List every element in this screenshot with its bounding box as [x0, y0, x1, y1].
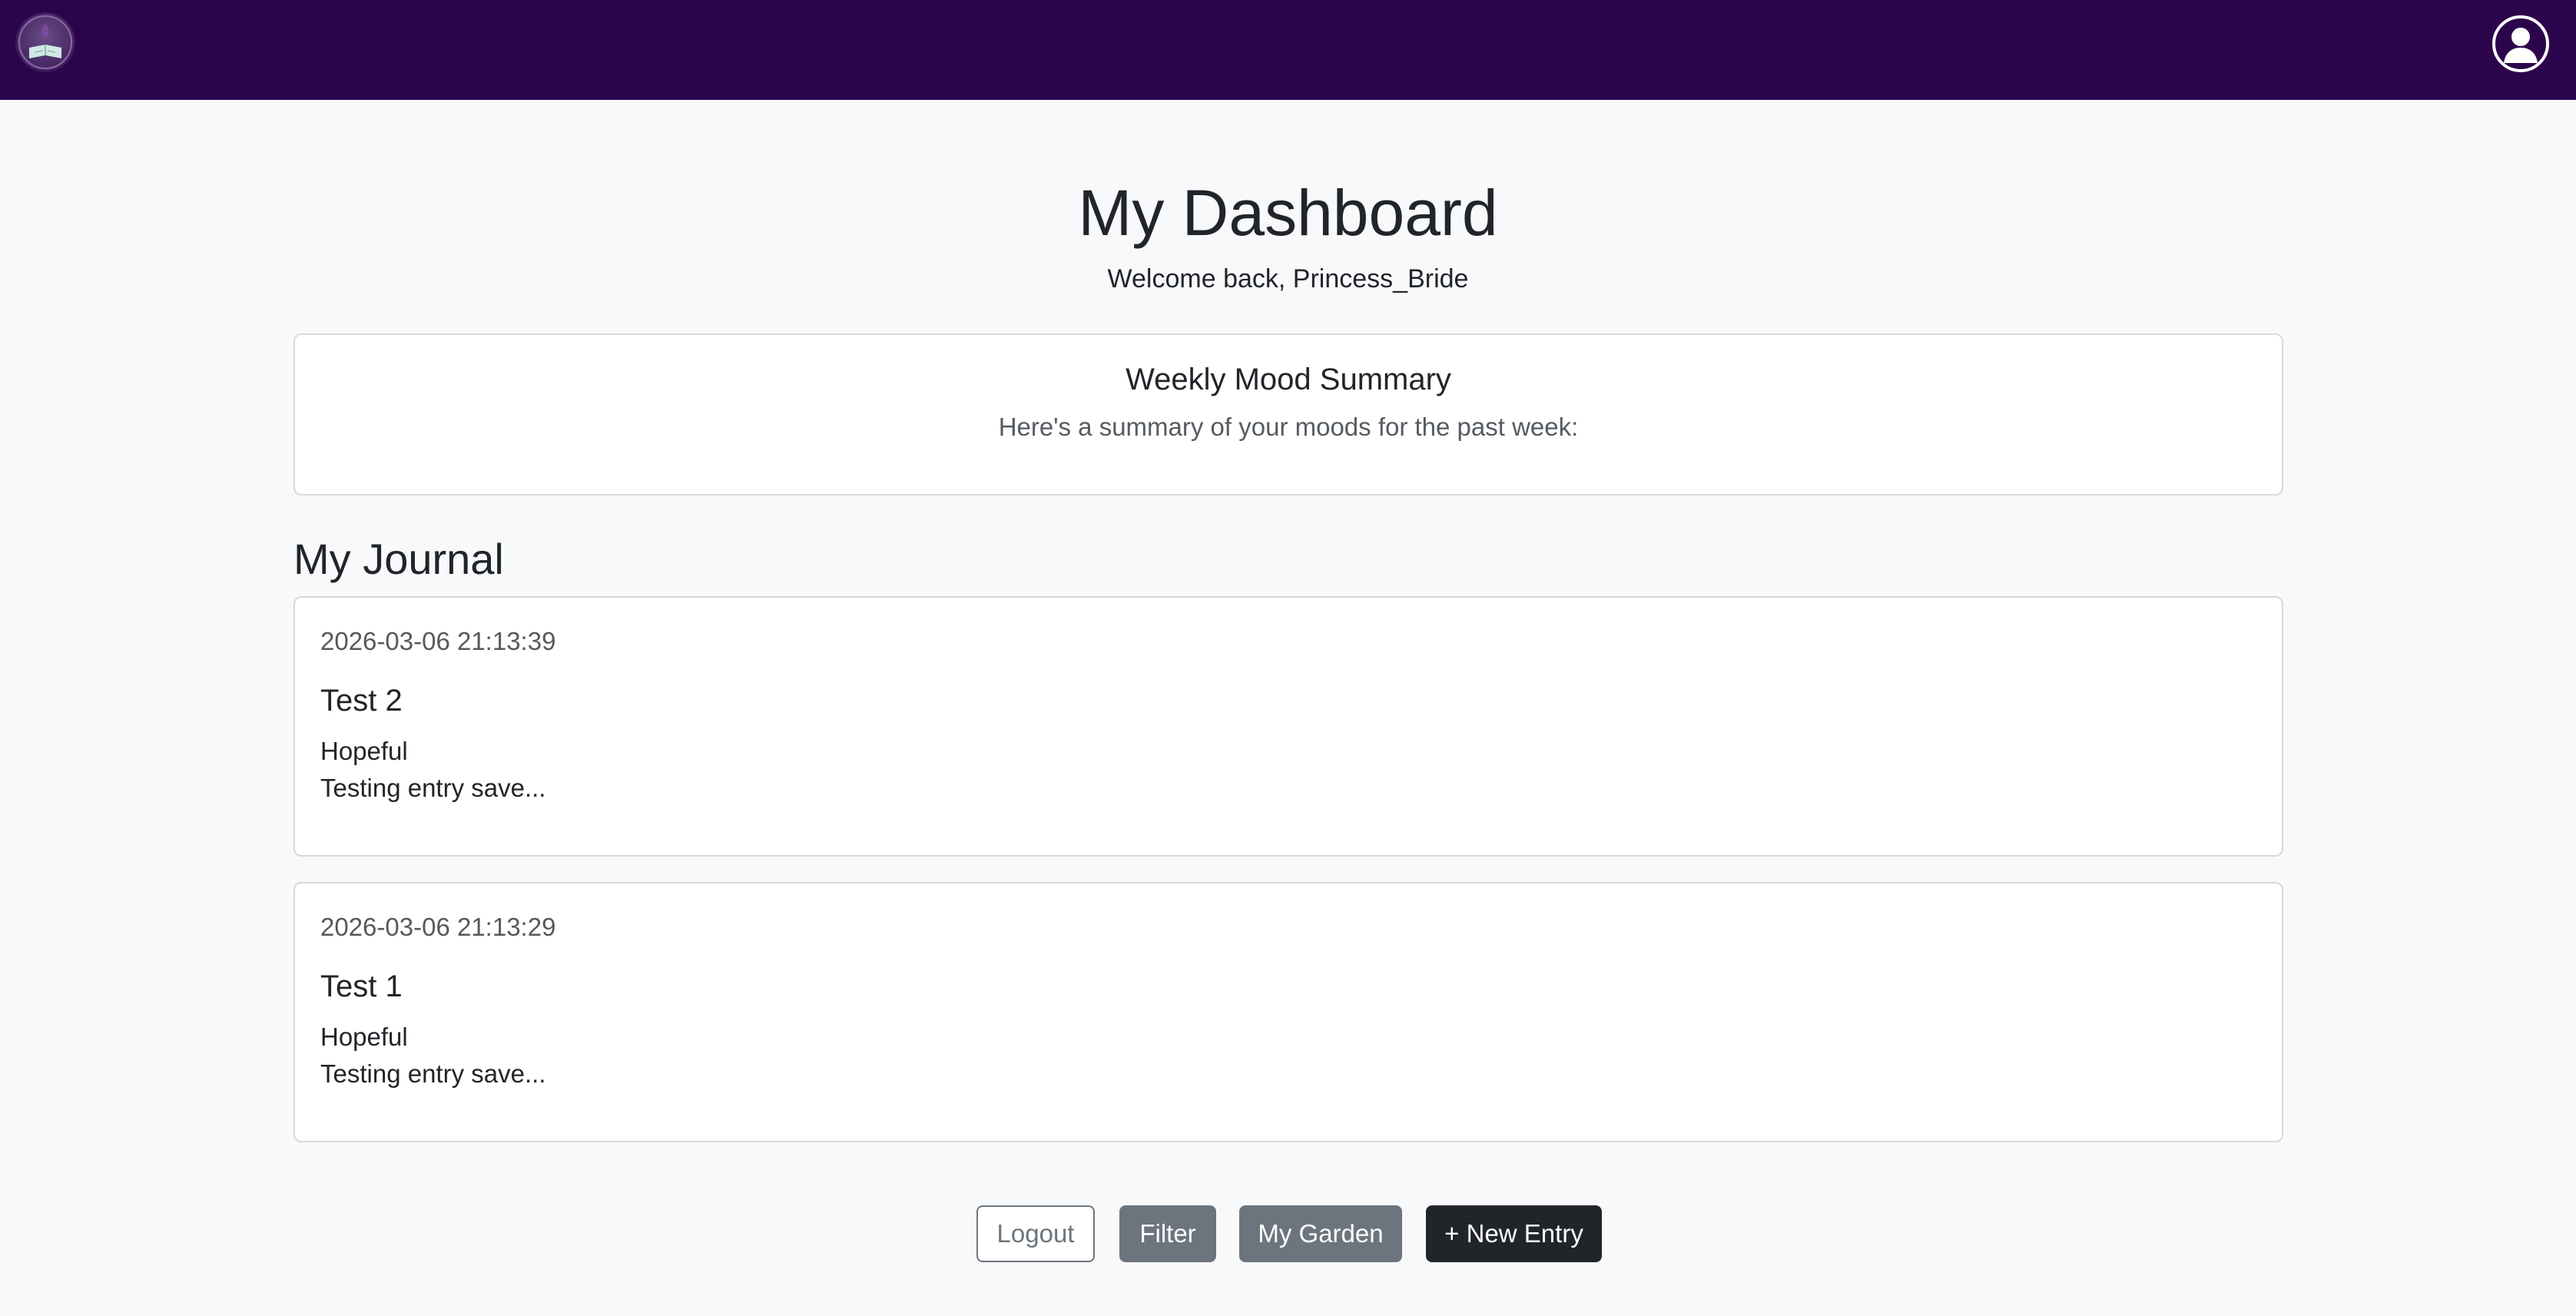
new-entry-button[interactable]: + New Entry: [1426, 1205, 1602, 1262]
entry-date: 2026-03-06 21:13:29: [320, 913, 556, 941]
entry-preview: Testing entry save...: [320, 1059, 546, 1088]
my-garden-button[interactable]: My Garden: [1239, 1205, 1402, 1262]
journal-entry-card[interactable]: 2026-03-06 21:13:29 Test 1 Hopeful Testi…: [293, 882, 2283, 1142]
entry-date: 2026-03-06 21:13:39: [320, 627, 556, 655]
journal-section-title: My Journal: [293, 535, 504, 583]
logo-graphic: [18, 15, 72, 69]
user-profile-icon[interactable]: [2492, 15, 2549, 72]
summary-title: Weekly Mood Summary: [1126, 363, 1451, 396]
filter-button[interactable]: Filter: [1119, 1205, 1216, 1262]
entry-preview: Testing entry save...: [320, 774, 546, 802]
journal-book-logo-icon[interactable]: [17, 14, 74, 71]
logout-button[interactable]: Logout: [976, 1205, 1095, 1262]
entry-title: Test 1: [320, 970, 403, 1003]
weekly-mood-summary-card: Weekly Mood Summary Here's a summary of …: [293, 333, 2283, 496]
entry-mood: Hopeful: [320, 1023, 408, 1051]
welcome-message: Welcome back, Princess_Bride: [1107, 264, 1469, 293]
entry-mood: Hopeful: [320, 737, 408, 765]
entry-title: Test 2: [320, 684, 403, 718]
summary-description: Here's a summary of your moods for the p…: [998, 413, 1579, 441]
profile-avatar-graphic: [2504, 28, 2538, 63]
page-title: My Dashboard: [1078, 177, 1498, 249]
journal-entry-card[interactable]: 2026-03-06 21:13:39 Test 2 Hopeful Testi…: [293, 596, 2283, 857]
top-navbar: [0, 0, 2576, 100]
